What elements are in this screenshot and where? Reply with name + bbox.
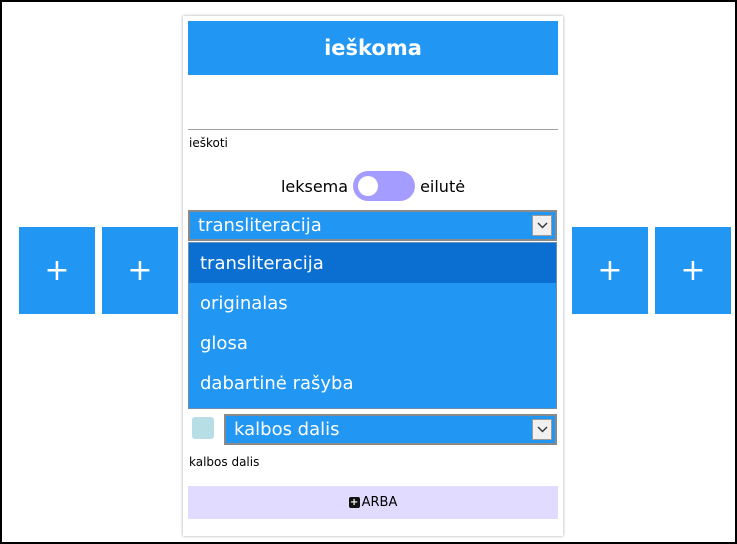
chevron-down-icon[interactable]	[532, 419, 552, 440]
or-button-label: ARBA	[361, 495, 398, 510]
mode-toggle-switch[interactable]	[353, 171, 416, 201]
plus-icon: +	[597, 252, 623, 288]
part-of-speech-select-value: kalbos dalis	[234, 419, 340, 440]
add-right-outer-button[interactable]: +	[655, 227, 731, 314]
search-input[interactable]	[188, 92, 558, 130]
field-select[interactable]: transliteracija	[188, 210, 557, 241]
part-of-speech-label: kalbos dalis	[189, 455, 260, 469]
chevron-down-icon[interactable]	[532, 215, 552, 236]
plus-icon: +	[127, 252, 153, 288]
dropdown-option-originalas[interactable]: originalas	[189, 283, 556, 323]
panel-title: ieškoma	[188, 21, 558, 75]
mode-toggle-row: leksema eilutė	[183, 171, 563, 201]
add-left-inner-button[interactable]: +	[102, 227, 178, 314]
dropdown-option-glosa[interactable]: glosa	[189, 323, 556, 363]
search-input-label: ieškoti	[189, 136, 228, 150]
add-right-inner-button[interactable]: +	[572, 227, 648, 314]
plus-icon: +	[680, 252, 706, 288]
toggle-right-label: eilutė	[420, 176, 466, 196]
add-left-outer-button[interactable]: +	[19, 227, 95, 314]
plus-icon: +	[44, 252, 70, 288]
search-term-panel: ieškoma ieškoti leksema eilutė translite…	[183, 16, 563, 536]
field-select-value: transliteracija	[198, 215, 322, 236]
or-button[interactable]: + ARBA	[188, 486, 558, 519]
dropdown-option-transliteracija[interactable]: transliteracija	[189, 243, 556, 283]
plus-square-icon: +	[348, 496, 360, 508]
color-swatch[interactable]	[192, 417, 214, 439]
toggle-left-label: leksema	[280, 176, 349, 196]
field-select-dropdown: transliteracija originalas glosa dabarti…	[188, 242, 557, 409]
part-of-speech-select[interactable]: kalbos dalis	[224, 414, 557, 445]
dropdown-option-dabartine-rasyba[interactable]: dabartinė rašyba	[189, 363, 556, 403]
toggle-knob	[358, 176, 379, 196]
